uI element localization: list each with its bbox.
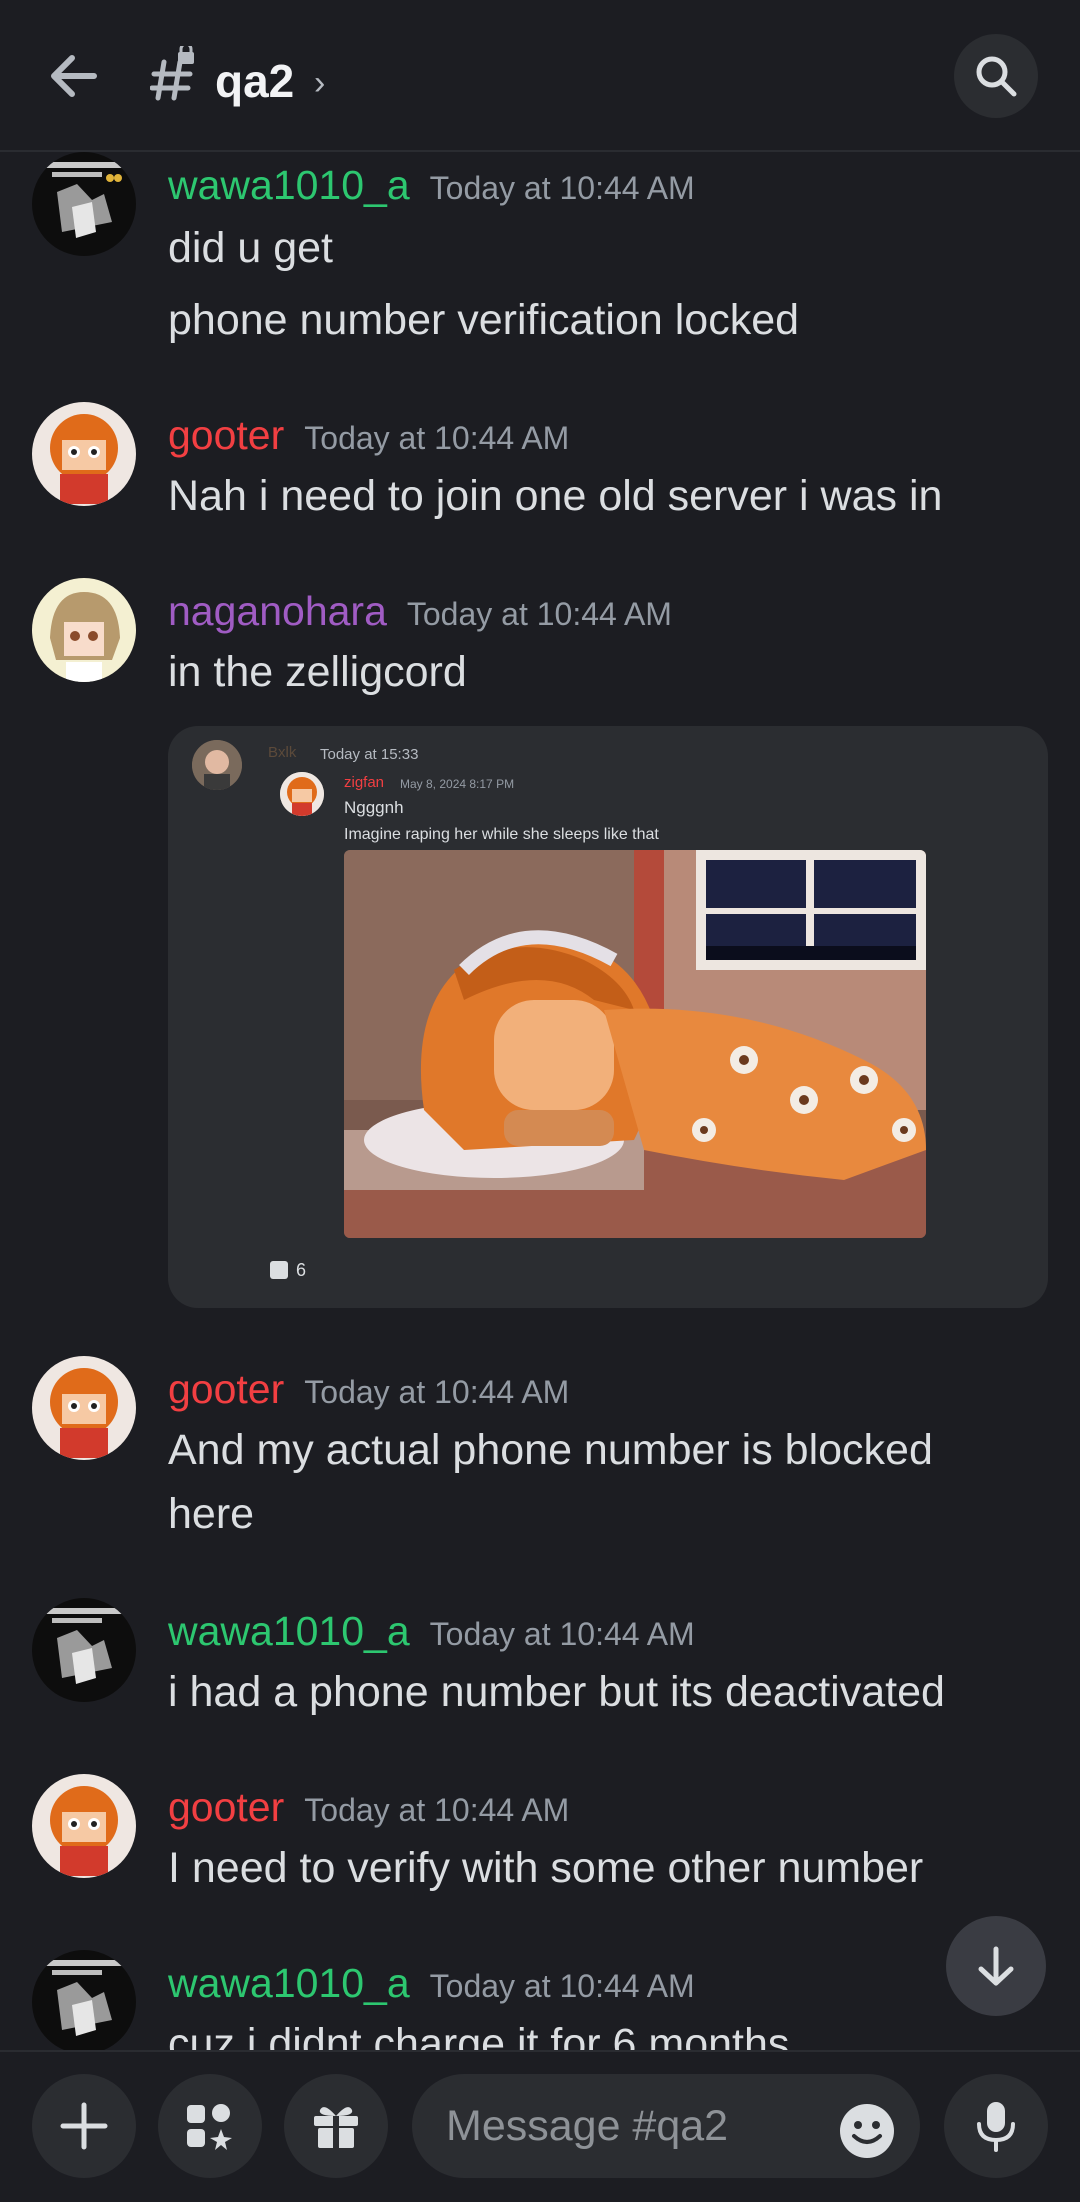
- avatar[interactable]: [32, 152, 136, 256]
- message-text: cuz i didnt charge it for 6 months: [168, 2020, 790, 2050]
- apps-button[interactable]: [158, 2074, 262, 2178]
- timestamp: Today at 10:44 AM: [406, 596, 672, 632]
- reaction-count: 6: [296, 1259, 307, 1280]
- message-meta: naganohara Today at 10:44 AM: [168, 588, 672, 635]
- message-text: i had a phone number but its deactivated: [168, 1668, 945, 1716]
- message-feed[interactable]: wawa1010_a Today at 10:44 AM did u get ph…: [0, 152, 1080, 2050]
- back-button[interactable]: [38, 40, 110, 112]
- emoji-button[interactable]: [838, 2102, 894, 2158]
- message-meta: gooter Today at 10:44 AM: [168, 412, 569, 459]
- image-attachment[interactable]: Bxlk Today at 15:33 zigfan May 8, 2024 8…: [168, 726, 1048, 1308]
- message-input-placeholder: Message #qa2: [446, 2102, 729, 2150]
- reaction-icon: [270, 1261, 288, 1279]
- message-text: And my actual phone number is blocked: [168, 1426, 933, 1474]
- message-meta: wawa1010_a Today at 10:44 AM: [168, 1608, 695, 1655]
- reaction: 6: [266, 1256, 310, 1284]
- plus-icon: [60, 2102, 108, 2150]
- embed-timestamp: Today at 15:33: [320, 746, 419, 763]
- timestamp: Today at 10:44 AM: [429, 1616, 695, 1652]
- channel-header: qa2 ›: [0, 0, 1080, 152]
- timestamp: Today at 10:44 AM: [304, 1792, 570, 1828]
- message-text: here: [168, 1490, 255, 1538]
- embed-author: Bxlk: [268, 744, 297, 761]
- embed-illustration: [344, 850, 926, 1238]
- microphone-icon: [977, 2102, 1015, 2152]
- avatar[interactable]: [32, 1598, 136, 1702]
- add-attachment-button[interactable]: [32, 2074, 136, 2178]
- channel-name[interactable]: qa2: [215, 54, 294, 108]
- avatar[interactable]: [32, 578, 136, 682]
- username[interactable]: wawa1010_a: [168, 1608, 410, 1654]
- avatar[interactable]: [32, 1774, 136, 1878]
- arrow-left-icon: [51, 55, 97, 97]
- embed-author: zigfan: [344, 774, 385, 791]
- username[interactable]: wawa1010_a: [168, 1960, 410, 2006]
- message-text: I need to verify with some other number: [168, 1844, 924, 1892]
- embed-text: Imagine raping her while she sleeps like…: [344, 826, 659, 843]
- embed-avatar: [280, 772, 324, 816]
- gift-button[interactable]: [284, 2074, 388, 2178]
- username[interactable]: wawa1010_a: [168, 162, 410, 208]
- message-meta: wawa1010_a Today at 10:44 AM: [168, 1960, 695, 2007]
- search-button[interactable]: [954, 34, 1038, 118]
- username[interactable]: naganohara: [168, 588, 387, 634]
- gift-icon: [314, 2107, 358, 2148]
- message-text: did u get: [168, 224, 333, 272]
- username[interactable]: gooter: [168, 412, 284, 458]
- avatar[interactable]: [32, 402, 136, 506]
- timestamp: Today at 10:44 AM: [304, 1374, 570, 1410]
- embed-avatar: [192, 740, 242, 790]
- embed-text: Ngggnh: [344, 798, 404, 817]
- hash-locked-icon: [149, 42, 196, 102]
- avatar[interactable]: [32, 1950, 136, 2050]
- message-meta: gooter Today at 10:44 AM: [168, 1366, 569, 1413]
- username[interactable]: gooter: [168, 1366, 284, 1412]
- timestamp: Today at 10:44 AM: [429, 1968, 695, 2004]
- timestamp: Today at 10:44 AM: [429, 170, 695, 206]
- search-icon: [976, 56, 1017, 97]
- jump-to-present-button[interactable]: [946, 1916, 1046, 2016]
- chevron-right-icon[interactable]: ›: [314, 64, 325, 103]
- apps-icon: [187, 2104, 232, 2150]
- message-input[interactable]: Message #qa2: [412, 2074, 920, 2178]
- embed-timestamp: May 8, 2024 8:17 PM: [400, 777, 515, 791]
- timestamp: Today at 10:44 AM: [304, 420, 570, 456]
- message-text: in the zelligcord: [168, 648, 467, 696]
- message-composer: Message #qa2: [0, 2050, 1080, 2202]
- message-meta: wawa1010_a Today at 10:44 AM: [168, 162, 695, 209]
- emoji-icon: [840, 2104, 894, 2158]
- message-text: phone number verification locked: [168, 296, 800, 344]
- message-meta: gooter Today at 10:44 AM: [168, 1784, 569, 1831]
- message-text: Nah i need to join one old server i was …: [168, 472, 943, 520]
- voice-message-button[interactable]: [944, 2074, 1048, 2178]
- avatar[interactable]: [32, 1356, 136, 1460]
- arrow-down-icon: [978, 1946, 1014, 1986]
- username[interactable]: gooter: [168, 1784, 284, 1830]
